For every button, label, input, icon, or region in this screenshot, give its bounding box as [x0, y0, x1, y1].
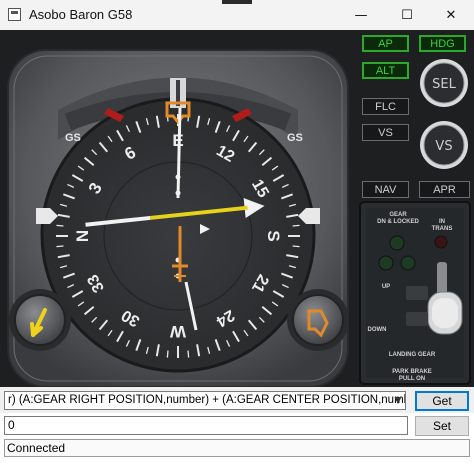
park-brake-label-1: PARK BRAKE [392, 369, 432, 375]
status-bar: Connected [4, 439, 470, 457]
gs-left-label: GS [65, 132, 81, 144]
compass-tick [56, 245, 64, 248]
compass-tick [292, 245, 300, 248]
get-button[interactable]: Get [415, 391, 469, 411]
landing-gear-label: LANDING GEAR [389, 352, 436, 358]
minimize-button[interactable]: — [338, 0, 384, 30]
in-trans-2: TRANS [432, 226, 453, 232]
window-title: Asobo Baron G58 [29, 7, 133, 22]
in-trans-light [434, 235, 448, 249]
gear-title-1: GEAR [389, 212, 407, 218]
title-bar: Asobo Baron G58 — ☐ ✕ [0, 0, 474, 30]
value-input[interactable]: 0 [4, 416, 408, 435]
compass-tick [166, 350, 169, 358]
vs-knob-label: VS [435, 139, 452, 154]
alt-button[interactable]: ALT [362, 62, 409, 79]
hdg-button[interactable]: HDG [419, 35, 466, 52]
snap-handle[interactable] [222, 0, 252, 4]
flc-button[interactable]: FLC [362, 98, 409, 115]
in-trans-1: IN [439, 219, 445, 225]
apr-button[interactable]: APR [419, 181, 470, 198]
gear-down-label: DOWN [368, 327, 387, 333]
park-brake-label-2: PULL ON [399, 376, 425, 382]
compass-label: S [264, 230, 283, 241]
compass-tick [187, 350, 190, 358]
hsi-instrument: N36E1215S2124W3033 GS GS SEL [7, 49, 471, 387]
app-icon [8, 8, 21, 21]
compass-tick [56, 224, 64, 227]
heading-knob[interactable] [292, 294, 344, 346]
nav-button[interactable]: NAV [362, 181, 409, 198]
close-button[interactable]: ✕ [428, 0, 474, 30]
maximize-button[interactable]: ☐ [384, 0, 430, 30]
compass-label: N [73, 230, 92, 242]
gear-light-left [378, 255, 394, 271]
sel-knob-label: SEL [432, 77, 456, 92]
gear-light-right [400, 255, 416, 271]
compass-tick [292, 224, 300, 227]
expression-select[interactable]: r) (A:GEAR RIGHT POSITION,number) + (A:G… [4, 391, 406, 410]
compass-label: W [169, 322, 186, 341]
gear-light-nose [389, 235, 405, 251]
vs-button[interactable]: VS [362, 124, 409, 141]
set-button[interactable]: Set [415, 416, 469, 436]
gear-title-2: DN & LOCKED [377, 219, 419, 225]
gear-up-label: UP [382, 284, 390, 290]
ap-button[interactable]: AP [362, 35, 409, 52]
chevron-down-icon[interactable]: ▼ [390, 391, 406, 410]
gs-right-label: GS [287, 132, 303, 144]
